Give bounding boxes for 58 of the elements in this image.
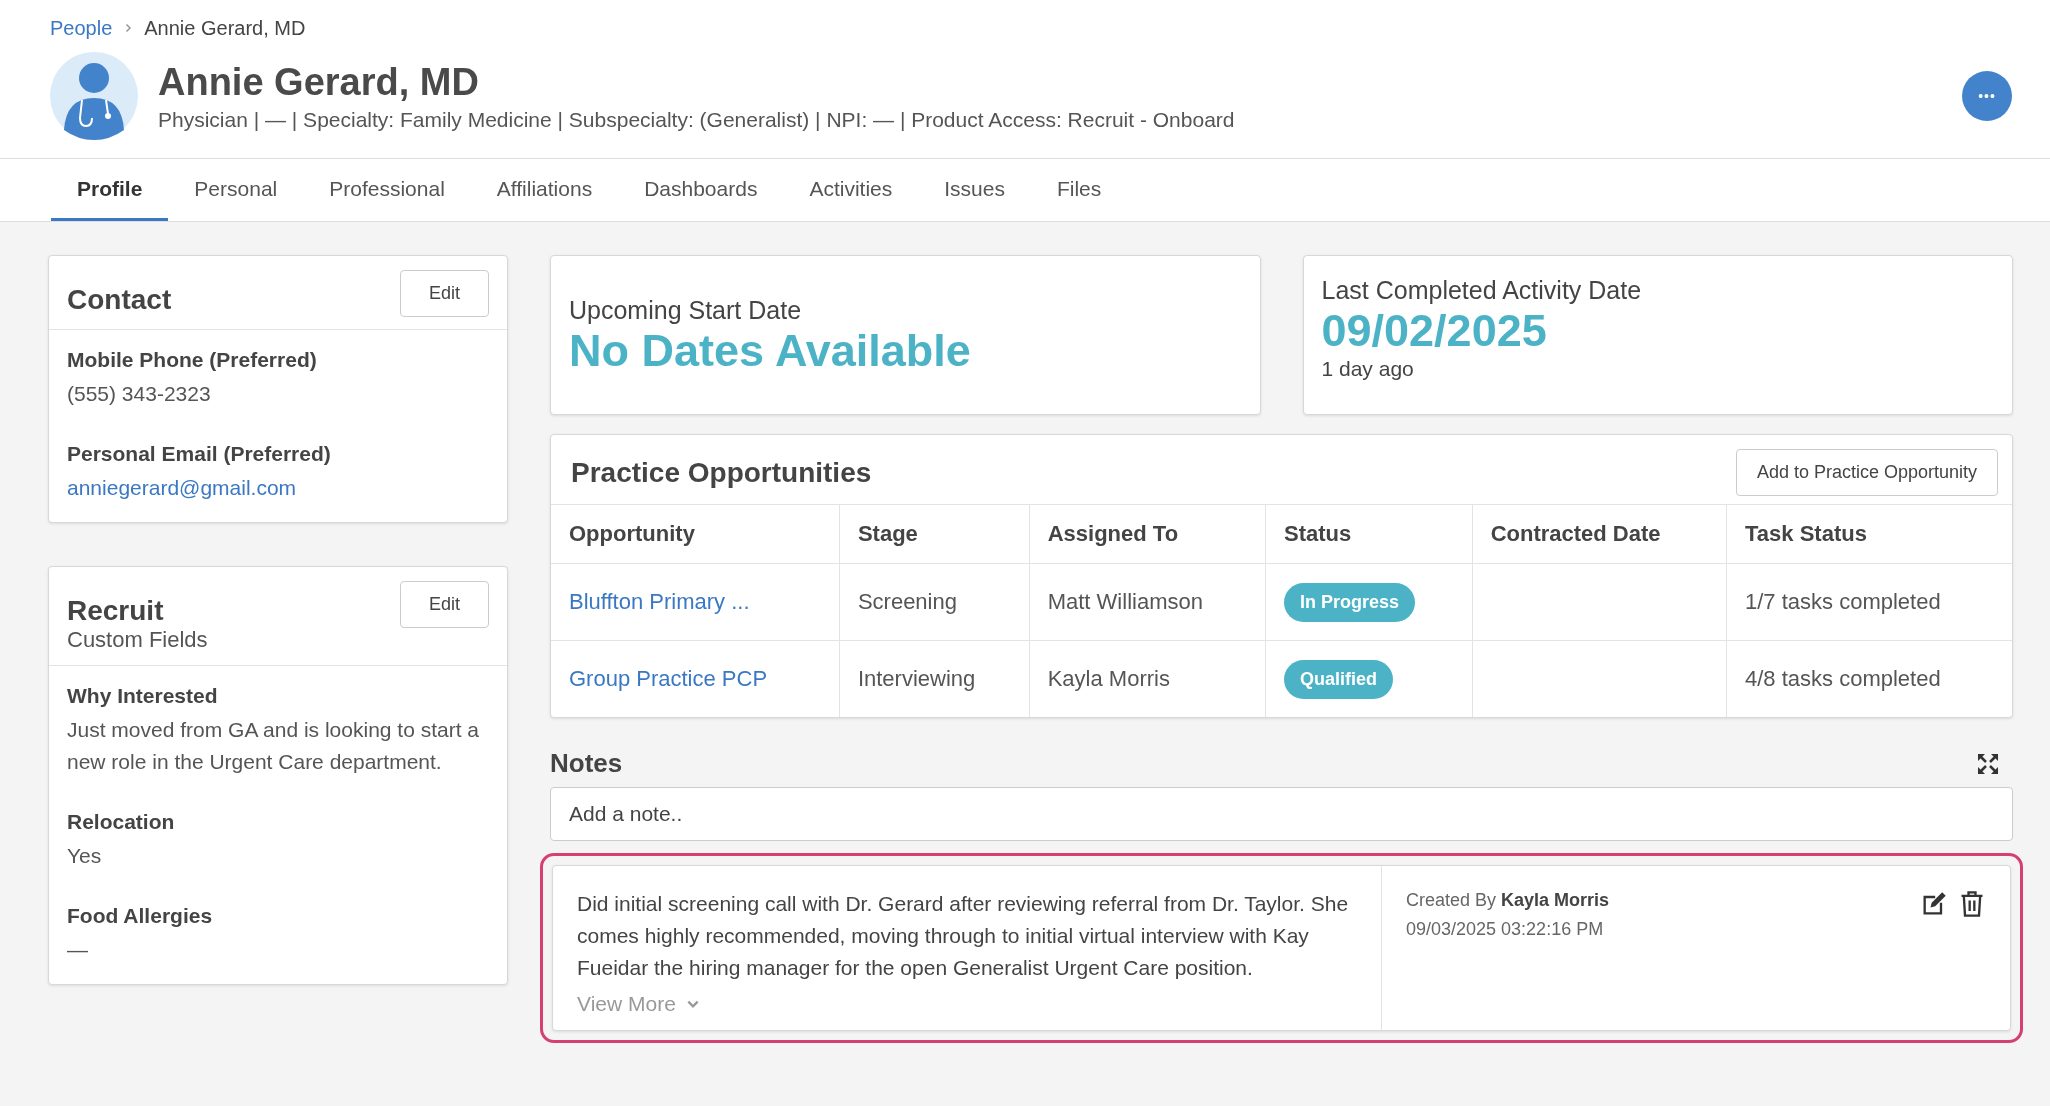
table-cell: Matt Williamson: [1047, 589, 1203, 614]
column-header: Status: [1265, 504, 1473, 564]
card-title: Contact: [67, 284, 172, 316]
column-header: Contracted Date: [1472, 504, 1727, 564]
note-timestamp: 09/03/2025 03:22:16 PM: [1406, 919, 1605, 940]
field-value: Just moved from GA and is looking to start a new role in the Urgent Care department.: [67, 717, 481, 775]
note-text: Did initial screening call with Dr. Gerard after reviewing referral from Dr. Taylor. She comes highly recommended, moving through to initial virtual interview with Kay Fueidar the hiring manager for the open Generalist Urgent Care position.: [577, 891, 1350, 981]
edit-button[interactable]: Edit: [399, 270, 489, 317]
tab[interactable]: Dashboards: [618, 159, 784, 221]
stat-label: Last Completed Activity Date: [1321, 276, 1643, 305]
stat-label: Upcoming Start Date: [569, 295, 803, 325]
opportunity-link[interactable]: Bluffton Primary ...: [569, 589, 750, 614]
table-cell: 1/7 tasks completed: [1745, 589, 1941, 614]
tab[interactable]: Issues: [918, 159, 1031, 221]
tab[interactable]: Profile: [51, 159, 169, 221]
table-cell: Interviewing: [857, 666, 976, 691]
expand-icon[interactable]: [1977, 752, 1999, 775]
relative-time: 1 day ago: [1321, 357, 1415, 381]
note-input-field[interactable]: Add a note..: [550, 787, 2013, 841]
tab[interactable]: Personal: [168, 159, 304, 221]
field-label: Food Allergies: [67, 904, 214, 928]
breadcrumb-current: Annie Gerard, MD: [144, 16, 306, 40]
table-cell: Kayla Morris: [1047, 666, 1170, 691]
person-summary: Physician | — | Specialty: Family Medicine | Subspecialty: (Generalist) | NPI: — | Product Access: Recruit - Onboard: [158, 107, 1236, 132]
column-header: Task Status: [1726, 504, 2012, 564]
column-header: Assigned To: [1029, 504, 1266, 564]
field-value: (555) 343-2323: [67, 381, 212, 407]
add-opportunity-button[interactable]: Add to Practice Opportunity: [1735, 449, 1998, 496]
status-badge: In Progress: [1284, 582, 1416, 622]
card-title: Practice Opportunities: [571, 456, 872, 489]
field-label: Why Interested: [67, 684, 219, 708]
field-label: Personal Email (Preferred): [67, 442, 332, 466]
tab[interactable]: Affiliations: [470, 159, 619, 221]
breadcrumb-link[interactable]: People: [50, 16, 113, 40]
note-author: Created By Kayla Morris: [1406, 890, 1610, 911]
card-title: Recruit: [67, 595, 165, 627]
section-title: Notes: [550, 748, 623, 779]
status-badge: Qualified: [1284, 659, 1394, 699]
tab[interactable]: Files: [1030, 159, 1128, 221]
field-label: Mobile Phone (Preferred): [67, 348, 318, 372]
stat-value: 09/02/2025: [1321, 305, 1548, 357]
field-label: Relocation: [67, 810, 176, 834]
person-name: Annie Gerard, MD: [158, 60, 480, 104]
column-header: Opportunity: [551, 504, 840, 564]
opportunity-link[interactable]: Group Practice PCP: [569, 666, 768, 691]
field-value: Yes: [67, 843, 103, 869]
edit-button[interactable]: Edit: [399, 581, 489, 628]
tab[interactable]: Professional: [303, 159, 471, 221]
tab[interactable]: Activities: [783, 159, 919, 221]
table-cell: 4/8 tasks completed: [1745, 666, 1941, 691]
column-header: Stage: [839, 504, 1030, 564]
email-link[interactable]: anniegerard@gmail.com: [67, 476, 297, 499]
doctor-avatar-icon: [50, 52, 138, 140]
more-options-button[interactable]: •••: [1962, 71, 2012, 121]
table-cell: Screening: [857, 589, 957, 614]
field-value: —: [67, 937, 89, 963]
card-subtitle: Custom Fields: [67, 627, 208, 653]
stat-value: No Dates Available: [569, 324, 972, 377]
